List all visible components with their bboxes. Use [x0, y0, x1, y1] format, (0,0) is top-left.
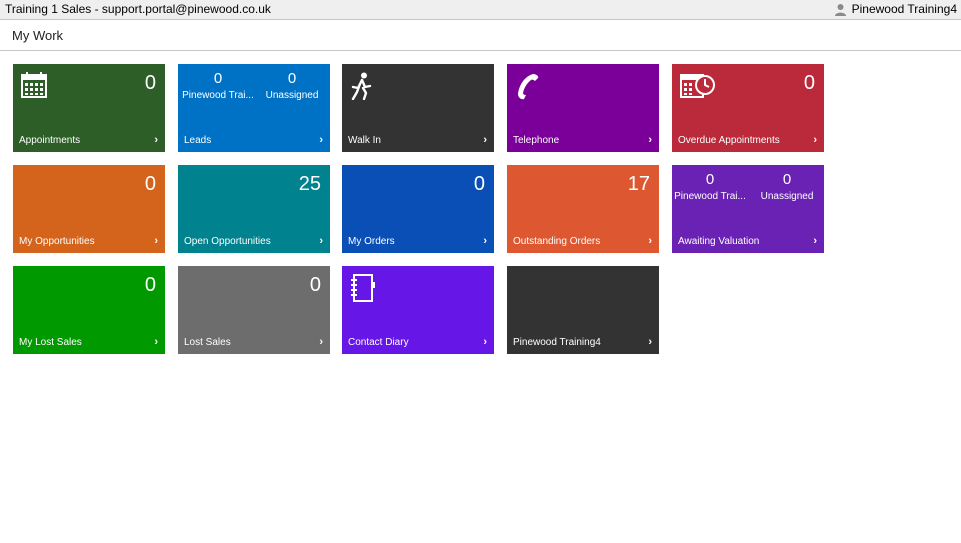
- chevron-right-icon: ›: [813, 134, 817, 146]
- tile-label: Contact Diary: [348, 337, 409, 348]
- tile-count: 0: [473, 173, 485, 195]
- tile-count: 25: [298, 173, 321, 195]
- tile-my-orders[interactable]: 0 My Orders ›: [342, 165, 494, 253]
- valuation-assigned-label: Pinewood Trai...: [674, 191, 746, 202]
- valuation-unassigned-count: 0: [782, 171, 792, 188]
- calendar-icon: [21, 72, 47, 103]
- tile-user[interactable]: Pinewood Training4 ›: [507, 266, 659, 354]
- user-menu[interactable]: Pinewood Training4: [834, 0, 957, 19]
- chevron-right-icon: ›: [483, 336, 487, 348]
- calendar-clock-icon: [680, 72, 716, 103]
- leads-assigned-count: 0: [213, 70, 223, 87]
- tile-label: Appointments: [19, 135, 81, 146]
- chevron-right-icon: ›: [648, 134, 652, 146]
- tile-label: My Opportunities: [19, 236, 95, 247]
- page-header: My Work: [0, 20, 961, 51]
- chevron-right-icon: ›: [319, 134, 323, 146]
- tile-label: Open Opportunities: [184, 236, 271, 247]
- tile-my-lost-sales[interactable]: 0 My Lost Sales ›: [13, 266, 165, 354]
- chevron-right-icon: ›: [154, 134, 158, 146]
- page-title: My Work: [12, 28, 64, 43]
- chevron-right-icon: ›: [483, 235, 487, 247]
- tile-label: Pinewood Training4: [513, 337, 601, 348]
- tile-walk-in[interactable]: Walk In ›: [342, 64, 494, 152]
- valuation-unassigned-label: Unassigned: [760, 191, 814, 202]
- leads-assigned[interactable]: 0 Pinewood Trai...: [181, 70, 255, 101]
- tile-outstanding-orders[interactable]: 17 Outstanding Orders ›: [507, 165, 659, 253]
- tile-label: Lost Sales: [184, 337, 231, 348]
- tile-label: Awaiting Valuation: [678, 236, 760, 247]
- leads-unassigned-label: Unassigned: [265, 90, 319, 101]
- tile-count: 17: [627, 173, 650, 195]
- window-title: Training 1 Sales - support.portal@pinewo…: [5, 2, 271, 16]
- tile-label: Walk In: [348, 135, 381, 146]
- chevron-right-icon: ›: [483, 134, 487, 146]
- tile-count: 0: [309, 274, 321, 296]
- tile-appointments[interactable]: 0 Appointments ›: [13, 64, 165, 152]
- tile-label: My Orders: [348, 236, 395, 247]
- phone-icon: [515, 72, 541, 105]
- tile-open-opportunities[interactable]: 25 Open Opportunities ›: [178, 165, 330, 253]
- chevron-right-icon: ›: [648, 336, 652, 348]
- chevron-right-icon: ›: [319, 336, 323, 348]
- top-bar: Training 1 Sales - support.portal@pinewo…: [0, 0, 961, 20]
- tile-lost-sales[interactable]: 0 Lost Sales ›: [178, 266, 330, 354]
- tile-label: Overdue Appointments: [678, 135, 780, 146]
- tile-overdue-appointments[interactable]: 0 Overdue Appointments ›: [672, 64, 824, 152]
- tile-count: 0: [144, 274, 156, 296]
- valuation-assigned-count: 0: [705, 171, 715, 188]
- notebook-icon: [350, 274, 376, 307]
- tile-my-opportunities[interactable]: 0 My Opportunities ›: [13, 165, 165, 253]
- tile-count: 0: [803, 72, 815, 94]
- tile-count: 0: [144, 72, 156, 94]
- user-name: Pinewood Training4: [851, 2, 957, 16]
- valuation-assigned[interactable]: 0 Pinewood Trai...: [673, 171, 747, 202]
- tile-label: Telephone: [513, 135, 560, 146]
- chevron-right-icon: ›: [813, 235, 817, 247]
- valuation-unassigned[interactable]: 0 Unassigned: [750, 171, 824, 202]
- leads-unassigned-count: 0: [287, 70, 297, 87]
- leads-unassigned[interactable]: 0 Unassigned: [256, 70, 328, 101]
- user-icon: [834, 4, 846, 16]
- tile-contact-diary[interactable]: Contact Diary ›: [342, 266, 494, 354]
- tile-awaiting-valuation[interactable]: 0 Pinewood Trai... 0 Unassigned Awaiting…: [672, 165, 824, 253]
- tile-telephone[interactable]: Telephone ›: [507, 64, 659, 152]
- tile-label: Outstanding Orders: [513, 236, 601, 247]
- chevron-right-icon: ›: [648, 235, 652, 247]
- chevron-right-icon: ›: [154, 235, 158, 247]
- tile-label: Leads: [184, 135, 212, 146]
- tile-count: 0: [144, 173, 156, 195]
- tile-leads[interactable]: 0 Pinewood Trai... 0 Unassigned Leads ›: [178, 64, 330, 152]
- tile-label: My Lost Sales: [19, 337, 82, 348]
- leads-assigned-label: Pinewood Trai...: [182, 90, 254, 101]
- walking-person-icon: [350, 72, 374, 105]
- chevron-right-icon: ›: [154, 336, 158, 348]
- chevron-right-icon: ›: [319, 235, 323, 247]
